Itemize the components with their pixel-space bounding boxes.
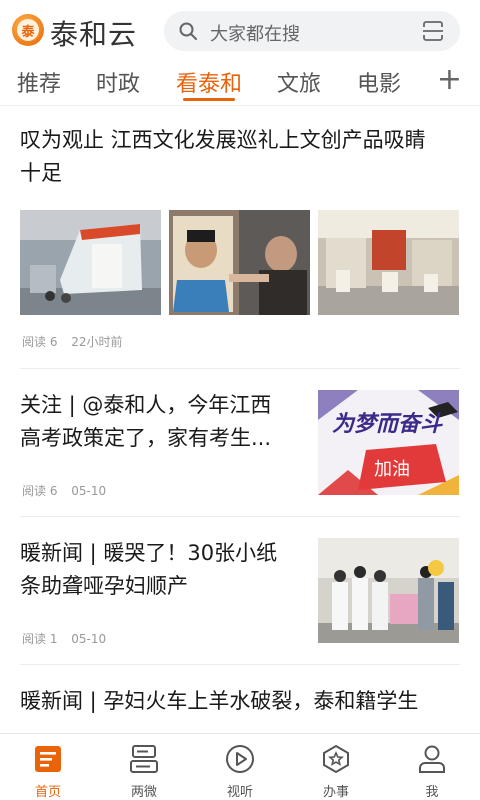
nav-two-micro[interactable]: 两微 (96, 734, 192, 800)
article-thumbnail: 为梦而奋斗 加油 (318, 390, 459, 495)
article-thumbnail (318, 538, 459, 643)
badge-star-icon (323, 744, 349, 774)
nav-label: 办事 (322, 785, 349, 800)
nav-me[interactable]: 我 (384, 734, 480, 800)
news-item[interactable]: 暖新闻 | 暖哭了！30张小纸 条助聋哑孕妇顺产 阅读 1 05-10 (0, 517, 480, 665)
news-item[interactable]: 叹为观止 江西文化发展巡礼上文创产品吸睛 十足 阅读 6 22小时前 (0, 107, 480, 369)
layers-icon (130, 745, 158, 773)
category-tabs: 推荐 时政 看泰和 文旅 电影 + (0, 60, 480, 106)
play-icon (226, 745, 254, 773)
read-count: 阅读 1 (22, 632, 58, 646)
add-tab-icon[interactable]: + (437, 65, 462, 95)
publish-time: 05-10 (71, 484, 107, 498)
app-name: 泰和云 (50, 18, 138, 51)
news-feed[interactable]: 叹为观止 江西文化发展巡礼上文创产品吸睛 十足 阅读 6 22小时前 关注 | … (0, 107, 480, 733)
read-count: 阅读 6 (22, 484, 58, 498)
article-thumbnail (20, 210, 161, 315)
article-title-line: 十足 (20, 161, 62, 185)
scan-icon[interactable] (422, 20, 444, 42)
article-thumbnail (169, 210, 310, 315)
nav-services[interactable]: 办事 (288, 734, 384, 800)
tab-kan-taihe[interactable]: 看泰和 (176, 66, 242, 98)
nav-home[interactable]: 首页 (0, 734, 96, 800)
thumbnail-caption: 加油 (374, 459, 410, 480)
logo-mark: 泰 (17, 19, 39, 41)
article-thumbnail (318, 210, 459, 315)
bottom-nav: 首页 两微 视听 办事 我 (0, 733, 480, 800)
user-icon (419, 745, 445, 773)
search-bar[interactable]: 大家都在搜 (164, 11, 460, 51)
news-item[interactable]: 暖新闻 | 孕妇火车上羊水破裂，泰和籍学生 (0, 665, 480, 733)
article-title-line: 暖新闻 | 孕妇火车上羊水破裂，泰和籍学生 (20, 689, 419, 713)
thumbnail-caption: 为梦而奋斗 (332, 411, 443, 437)
read-count: 阅读 6 (22, 335, 58, 349)
search-icon (179, 22, 197, 40)
article-meta: 阅读 6 05-10 (22, 482, 116, 499)
publish-time: 22小时前 (71, 335, 123, 349)
tab-culture-travel[interactable]: 文旅 (277, 66, 321, 98)
app-logo: 泰 (12, 14, 44, 46)
nav-label: 视听 (226, 785, 253, 800)
article-meta: 阅读 1 05-10 (22, 630, 116, 647)
tab-politics[interactable]: 时政 (96, 66, 140, 98)
article-title-line: 条助聋哑孕妇顺产 (20, 574, 188, 598)
article-title-line: 暖新闻 | 暖哭了！30张小纸 (20, 541, 278, 565)
article-title-line: 叹为观止 江西文化发展巡礼上文创产品吸睛 (20, 128, 426, 152)
tab-recommend[interactable]: 推荐 (17, 66, 61, 98)
nav-media[interactable]: 视听 (192, 734, 288, 800)
publish-time: 05-10 (71, 632, 107, 646)
article-title-line: 高考政策定了，家有考生... (20, 426, 272, 450)
nav-label: 我 (425, 785, 439, 800)
home-icon (35, 746, 61, 772)
top-header: 泰 泰和云 大家都在搜 (0, 0, 480, 60)
nav-label: 首页 (34, 785, 61, 800)
article-meta: 阅读 6 22小时前 (22, 333, 133, 350)
tab-movie[interactable]: 电影 (357, 66, 401, 98)
news-item[interactable]: 关注 | @泰和人，今年江西 高考政策定了，家有考生... 为梦而奋斗 加油 阅… (0, 369, 480, 517)
active-tab-indicator (183, 98, 235, 101)
nav-label: 两微 (130, 785, 157, 800)
search-placeholder: 大家都在搜 (210, 24, 300, 45)
article-title-line: 关注 | @泰和人，今年江西 (20, 393, 272, 417)
